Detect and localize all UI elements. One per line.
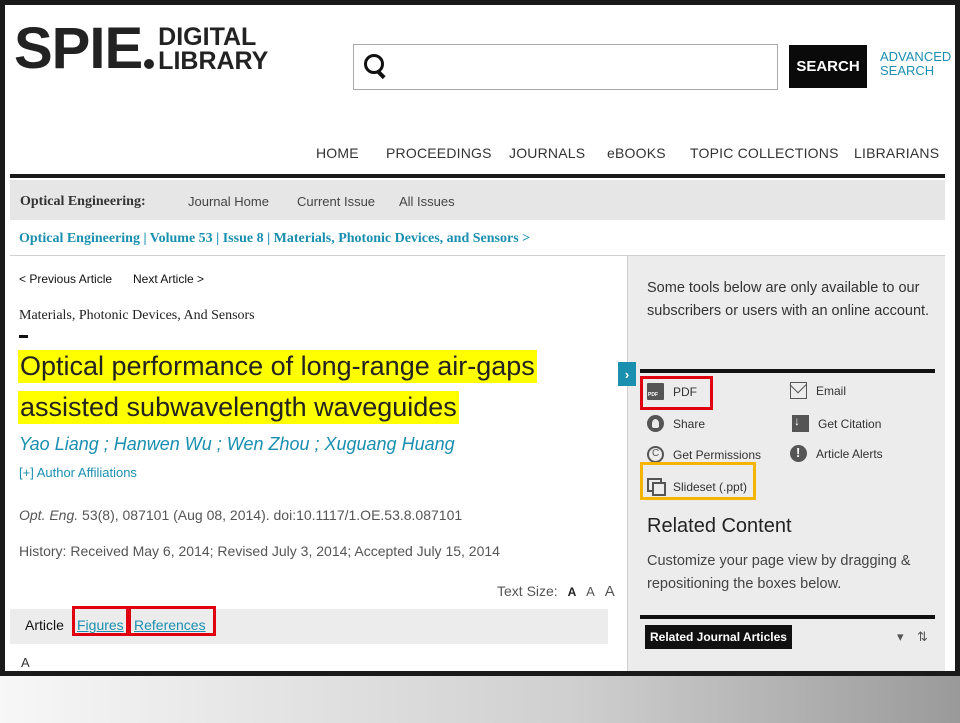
tool-share-label: Share <box>673 416 706 431</box>
tab-article[interactable]: Article <box>25 617 64 633</box>
tool-share[interactable]: Share <box>647 415 705 432</box>
alert-icon <box>790 445 807 462</box>
advanced-search-link[interactable]: ADVANCED SEARCH <box>880 50 951 78</box>
nav-proceedings[interactable]: PROCEEDINGS <box>386 145 492 161</box>
current-issue-link[interactable]: Current Issue <box>297 194 375 209</box>
journal-bar: Optical Engineering: Journal Home Curren… <box>10 180 945 220</box>
section-dash <box>19 335 28 338</box>
next-article-link[interactable]: Next Article > <box>133 272 204 286</box>
article-history: History: Received May 6, 2014; Revised J… <box>19 543 500 559</box>
email-icon <box>790 382 807 399</box>
references-callout-box <box>128 606 216 636</box>
slide-bottom-band <box>0 676 960 723</box>
article-body-start: A <box>21 655 30 670</box>
article-title-line-1: Optical performance of long-range air-ga… <box>18 350 537 383</box>
tools-rule <box>640 369 935 373</box>
logo-line-2: LIBRARY <box>158 47 269 75</box>
tool-get-citation-label: Get Citation <box>818 416 882 431</box>
nav-home[interactable]: HOME <box>316 145 359 161</box>
article-authors[interactable]: Yao Liang ; Hanwen Wu ; Wen Zhou ; Xugua… <box>19 434 455 455</box>
share-icon <box>647 415 664 432</box>
expand-sidebar-button[interactable]: › <box>618 362 636 386</box>
pdf-callout-box <box>640 376 713 410</box>
journal-title[interactable]: Optical Engineering: <box>20 194 146 210</box>
related-articles-rule <box>640 615 935 619</box>
related-content-title: Related Content <box>647 515 792 537</box>
tool-email[interactable]: Email <box>790 382 846 399</box>
tools-notice: Some tools below are only available to o… <box>647 280 930 319</box>
tool-email-label: Email <box>816 383 847 398</box>
sort-icon[interactable]: ⇅ <box>917 629 928 645</box>
nav-rule <box>10 174 945 178</box>
citation-journal: Opt. Eng. <box>19 507 79 523</box>
tool-get-permissions[interactable]: Get Permissions <box>647 446 761 463</box>
text-size-medium[interactable]: A <box>586 584 595 599</box>
search-icon <box>364 54 384 74</box>
citation-details: 53(8), 087101 (Aug 08, 2014). doi:10.111… <box>78 507 463 523</box>
search-box[interactable] <box>353 44 778 90</box>
sidebar-divider <box>627 256 628 671</box>
nav-ebooks[interactable]: eBOOKS <box>607 145 666 161</box>
breadcrumb[interactable]: Optical Engineering | Volume 53 | Issue … <box>19 231 530 247</box>
article-title-line-2: assisted subwavelength waveguides <box>18 391 459 424</box>
nav-journals[interactable]: JOURNALS <box>509 145 585 161</box>
related-content-description: Customize your page view by dragging & r… <box>647 553 911 592</box>
search-button[interactable]: SEARCH <box>789 45 867 88</box>
slideset-callout-box <box>640 462 756 500</box>
spie-logo[interactable]: SPIE DIGITAL LIBRARY <box>14 20 268 78</box>
text-size-large[interactable]: A <box>605 583 615 600</box>
previous-article-link[interactable]: < Previous Article <box>19 272 112 286</box>
author-affiliations-toggle[interactable]: [+] Author Affiliations <box>19 465 137 480</box>
text-size-label: Text Size: <box>497 583 558 599</box>
text-size-small[interactable]: A <box>568 585 577 599</box>
logo-line-1: DIGITAL <box>158 23 257 51</box>
related-journal-articles-header[interactable]: Related Journal Articles <box>645 625 792 649</box>
article-section: Materials, Photonic Devices, And Sensors <box>19 308 255 323</box>
tool-article-alerts-label: Article Alerts <box>816 446 883 461</box>
figures-callout-box <box>72 606 129 636</box>
logo-brand: SPIE <box>14 16 143 81</box>
logo-dot <box>144 59 155 69</box>
article-citation: Opt. Eng. 53(8), 087101 (Aug 08, 2014). … <box>19 507 462 523</box>
tool-get-permissions-label: Get Permissions <box>673 447 762 462</box>
text-size-control: Text Size: A A A <box>497 583 615 600</box>
collapse-icon[interactable]: ▾ <box>897 629 904 645</box>
nav-topic-collections[interactable]: TOPIC COLLECTIONS <box>690 145 839 161</box>
permissions-icon <box>647 446 664 463</box>
tool-get-citation[interactable]: Get Citation <box>792 414 882 432</box>
tool-article-alerts[interactable]: Article Alerts <box>790 445 883 462</box>
search-input[interactable] <box>394 51 768 85</box>
citation-icon <box>792 414 809 432</box>
journal-home-link[interactable]: Journal Home <box>188 194 269 209</box>
nav-librarians[interactable]: LIBRARIANS <box>854 145 939 161</box>
all-issues-link[interactable]: All Issues <box>399 194 455 209</box>
logo-words: DIGITAL LIBRARY <box>158 23 269 75</box>
